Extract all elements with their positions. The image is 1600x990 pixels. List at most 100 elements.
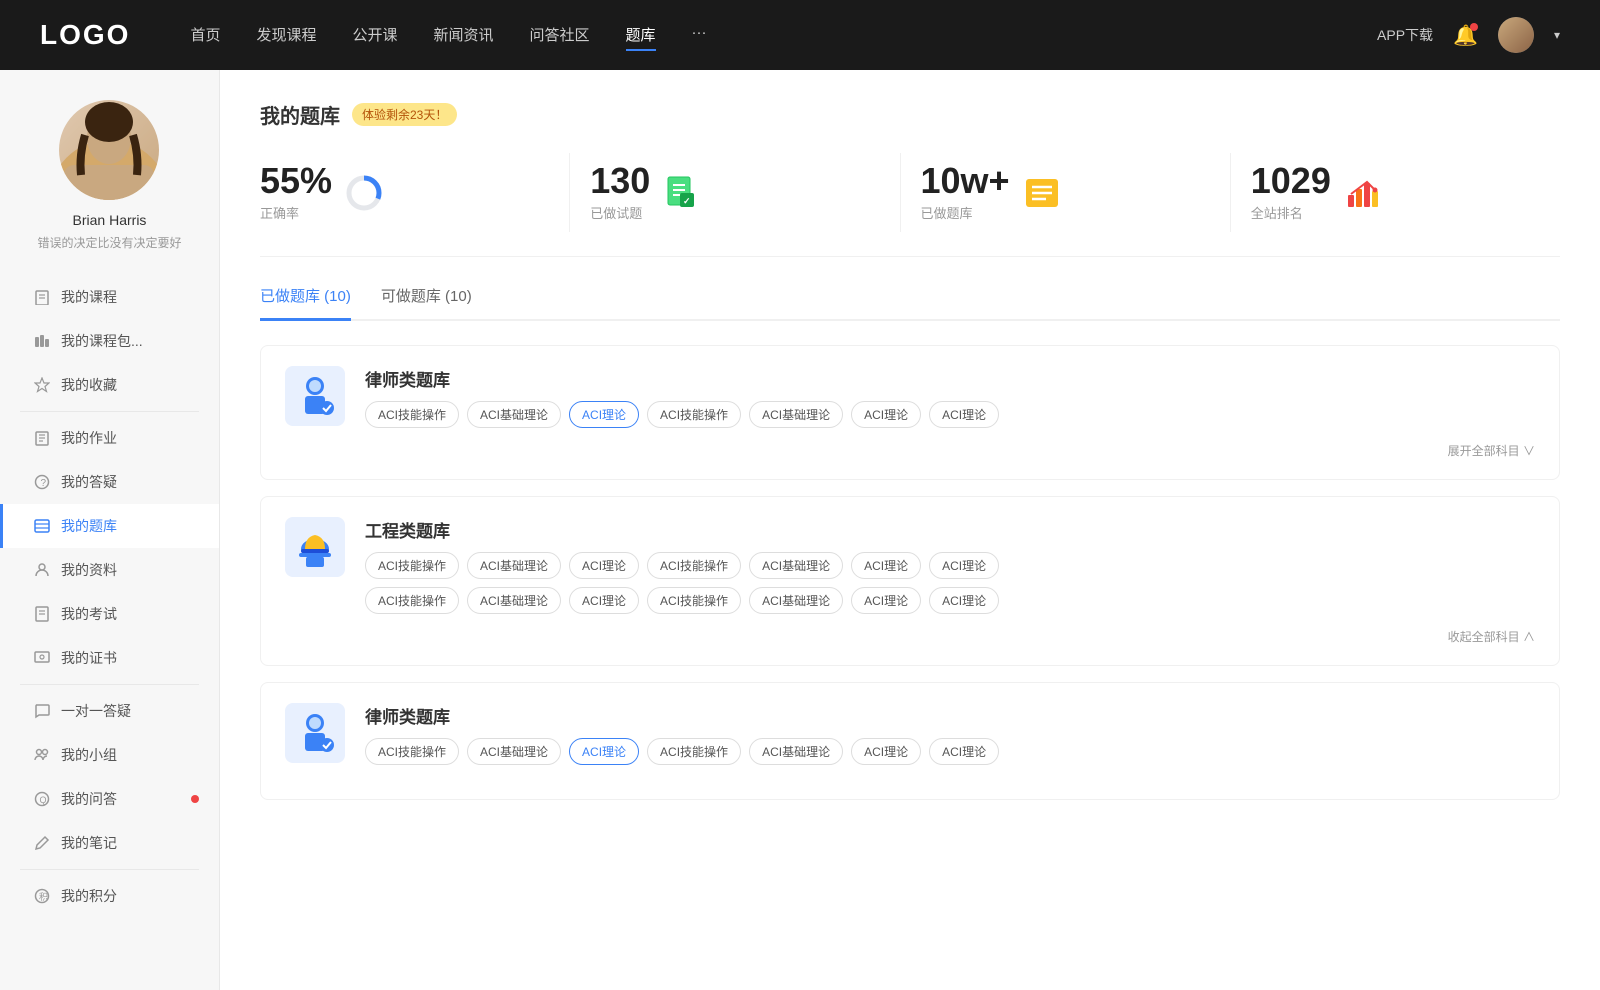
tag-aci-theory-1[interactable]: ACI理论 [851,401,921,428]
sidebar-item-courses[interactable]: 我的课程 [0,275,219,319]
sidebar-label-homework: 我的作业 [61,428,117,448]
tag-l2-aci-skill-op-2[interactable]: ACI技能操作 [647,738,741,765]
list-icon [1022,173,1062,213]
tag-l2-aci-skill-op-1[interactable]: ACI技能操作 [365,738,459,765]
stat-correct-rate: 55% 正确率 [260,153,570,232]
sidebar-label-courses: 我的课程 [61,287,117,307]
tag-e-aci-theory-2[interactable]: ACI理论 [851,552,921,579]
nav-question-bank[interactable]: 题库 [626,20,656,51]
nav-menu: 首页 发现课程 公开课 新闻资讯 问答社区 题库 ··· [190,20,1377,51]
tag-l2-aci-theory-2[interactable]: ACI理论 [929,738,999,765]
tag-l2-aci-theory-1[interactable]: ACI理论 [851,738,921,765]
collapse-link-engineer-1[interactable]: 收起全部科目 ∧ [285,628,1535,645]
app-download-link[interactable]: APP下载 [1377,25,1433,45]
stat-done-banks: 10w+ 已做题库 [901,153,1231,232]
sidebar-item-packages[interactable]: 我的课程包... [0,319,219,363]
sidebar-item-one-on-one[interactable]: 一对一答疑 [0,689,219,733]
tag-e2-aci-theory-2[interactable]: ACI理论 [851,587,921,614]
nav-more[interactable]: ··· [692,20,707,51]
stat-rank-number: 1029 [1251,163,1331,199]
avatar[interactable] [1498,17,1534,53]
tag-e2-aci-skill-op-1[interactable]: ACI技能操作 [365,587,459,614]
sidebar-item-points[interactable]: 积 我的积分 [0,874,219,918]
tab-available-banks[interactable]: 可做题库 (10) [381,285,472,321]
sidebar-profile: Brian Harris 错误的决定比没有决定要好 [21,100,197,251]
bank-section-lawyer-2: 律师类题库 ACI技能操作 ACI基础理论 ACI理论 ACI技能操作 ACI基… [260,682,1560,800]
question-icon: ? [33,473,51,491]
sidebar-item-profile[interactable]: 我的资料 [0,548,219,592]
sidebar-item-certificate[interactable]: 我的证书 [0,636,219,680]
tag-e-aci-basic-theory-2[interactable]: ACI基础理论 [749,552,843,579]
points-icon: 积 [33,887,51,905]
answers-icon: Q [33,790,51,808]
stat-rank-label: 全站排名 [1251,203,1331,222]
stats-row: 55% 正确率 130 已做试题 [260,153,1560,257]
tag-aci-theory-active-1[interactable]: ACI理论 [569,401,639,428]
notification-bell[interactable]: 🔔 [1453,23,1478,48]
engineer-icon-1 [285,517,345,577]
tag-e-aci-skill-op-2[interactable]: ACI技能操作 [647,552,741,579]
sidebar-label-profile: 我的资料 [61,560,117,580]
nav-discover[interactable]: 发现课程 [256,20,316,51]
tag-aci-basic-theory-2[interactable]: ACI基础理论 [749,401,843,428]
tag-e2-aci-skill-op-2[interactable]: ACI技能操作 [647,587,741,614]
courses-icon [33,288,51,306]
sidebar-item-favorites[interactable]: 我的收藏 [0,363,219,407]
tag-e-aci-theory-1[interactable]: ACI理论 [569,552,639,579]
tag-e-aci-skill-op-1[interactable]: ACI技能操作 [365,552,459,579]
certificate-icon [33,649,51,667]
tag-aci-skill-op-1[interactable]: ACI技能操作 [365,401,459,428]
sidebar-label-group: 我的小组 [61,745,117,765]
sidebar-divider-1 [20,411,199,412]
bank-section-header-engineer-1: 工程类题库 ACI技能操作 ACI基础理论 ACI理论 ACI技能操作 ACI基… [285,517,1535,614]
tag-e-aci-basic-theory-1[interactable]: ACI基础理论 [467,552,561,579]
sidebar-item-answers[interactable]: Q 我的问答 [0,777,219,821]
sidebar-item-group[interactable]: 我的小组 [0,733,219,777]
sidebar-item-notes[interactable]: 我的笔记 [0,821,219,865]
sidebar-item-question-bank[interactable]: 我的题库 [0,504,219,548]
nav-news[interactable]: 新闻资讯 [434,20,494,51]
dropdown-arrow[interactable]: ▾ [1554,28,1560,42]
main-layout: Brian Harris 错误的决定比没有决定要好 我的课程 我的课程包... [0,70,1600,990]
tag-e2-aci-theory-1[interactable]: ACI理论 [569,587,639,614]
avatar-svg [59,100,159,200]
tags-engineer-row2: ACI技能操作 ACI基础理论 ACI理论 ACI技能操作 ACI基础理论 AC… [365,587,1535,614]
bank-section-lawyer-1: 律师类题库 ACI技能操作 ACI基础理论 ACI理论 ACI技能操作 ACI基… [260,345,1560,480]
donut-chart-icon [344,173,384,213]
tag-l2-aci-theory-active[interactable]: ACI理论 [569,738,639,765]
sidebar-menu: 我的课程 我的课程包... 我的收藏 我的作业 [0,275,219,918]
logo: LOGO [40,19,130,51]
sidebar-label-notes: 我的笔记 [61,833,117,853]
nav-qa[interactable]: 问答社区 [530,20,590,51]
stat-done-questions-number: 130 [590,163,650,199]
tab-done-banks[interactable]: 已做题库 (10) [260,285,351,321]
sidebar-item-questions[interactable]: ? 我的答疑 [0,460,219,504]
bank-info-engineer-1: 工程类题库 ACI技能操作 ACI基础理论 ACI理论 ACI技能操作 ACI基… [365,517,1535,614]
tag-l2-aci-basic-theory-2[interactable]: ACI基础理论 [749,738,843,765]
tag-e2-aci-theory-3[interactable]: ACI理论 [929,587,999,614]
tag-aci-skill-op-2[interactable]: ACI技能操作 [647,401,741,428]
sidebar-divider-2 [20,684,199,685]
nav-home[interactable]: 首页 [190,20,220,51]
stat-done-questions-label: 已做试题 [590,203,650,222]
avatar-image [1498,17,1534,53]
tag-aci-basic-theory-1[interactable]: ACI基础理论 [467,401,561,428]
sidebar-item-exam[interactable]: 我的考试 [0,592,219,636]
tag-e2-aci-basic-theory-2[interactable]: ACI基础理论 [749,587,843,614]
tag-aci-theory-2[interactable]: ACI理论 [929,401,999,428]
stat-correct-rate-number: 55% [260,163,332,199]
sidebar-label-packages: 我的课程包... [61,331,143,351]
sidebar-item-homework[interactable]: 我的作业 [0,416,219,460]
bank-section-engineer-1: 工程类题库 ACI技能操作 ACI基础理论 ACI理论 ACI技能操作 ACI基… [260,496,1560,666]
tag-l2-aci-basic-theory-1[interactable]: ACI基础理论 [467,738,561,765]
expand-link-lawyer-1[interactable]: 展开全部科目 ∨ [285,442,1535,459]
stat-done-questions: 130 已做试题 ✓ [570,153,900,232]
nav-open-course[interactable]: 公开课 [352,20,397,51]
trial-badge: 体验剩余23天！ [352,103,457,126]
sidebar-label-answers: 我的问答 [61,789,117,809]
packages-icon [33,332,51,350]
star-icon [33,376,51,394]
tag-e2-aci-basic-theory-1[interactable]: ACI基础理论 [467,587,561,614]
tag-e-aci-theory-3[interactable]: ACI理论 [929,552,999,579]
chat-icon [33,702,51,720]
